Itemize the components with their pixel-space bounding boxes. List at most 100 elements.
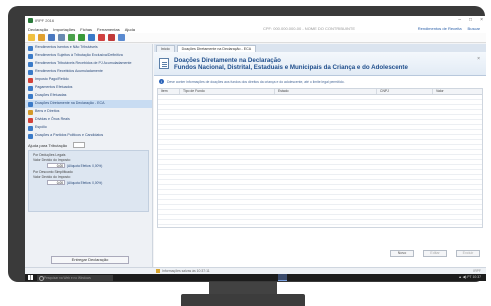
column-header-tipo[interactable]: Tipo de Fundo <box>180 89 275 94</box>
save-status-icon <box>156 269 160 273</box>
help-icon[interactable] <box>118 34 125 41</box>
send-icon[interactable] <box>88 34 95 41</box>
document-icon <box>159 58 169 69</box>
minimize-button[interactable]: – <box>458 17 461 23</box>
sidebar-item-label: Doações a Partidos Políticos e Candidato… <box>35 133 104 137</box>
sidebar-item-label: Pagamentos Efetuados <box>35 85 73 89</box>
status-right: IRPF <box>473 269 481 273</box>
window-titlebar: IRPF 2016 – □ × <box>25 16 486 25</box>
column-header-cnpj[interactable]: CNPJ <box>377 89 433 94</box>
sidebar-item-acumulado[interactable]: Rendimentos Recebidos Acumuladamente <box>25 68 152 76</box>
menu-ferramentas[interactable]: Ferramentas <box>97 27 120 32</box>
page-title-line2: Fundos Nacional, Distrital, Estaduais e … <box>174 63 408 71</box>
sidebar-item-partidos[interactable]: Doações a Partidos Políticos e Candidato… <box>25 132 152 140</box>
pdf-icon[interactable] <box>108 34 115 41</box>
check-icon[interactable] <box>78 34 85 41</box>
window-controls: – □ × <box>458 17 483 23</box>
menu-fichas[interactable]: Fichas <box>80 27 92 32</box>
folder-icon <box>28 62 33 67</box>
donation-icon <box>28 102 33 107</box>
sidebar-item-exclusiva[interactable]: Rendimentos Sujeitos à Tributação Exclus… <box>25 52 152 60</box>
editar-button[interactable]: Editar <box>423 250 447 257</box>
close-tab-icon[interactable]: × <box>477 56 480 62</box>
page-banner: Doações Diretamente na Declaração Fundos… <box>154 52 486 76</box>
sidebar-item-label: Rendimentos Sujeitos à Tributação Exclus… <box>35 53 123 57</box>
folder-icon <box>28 46 33 51</box>
tabstrip: Início Doações Diretamente na Declaração… <box>154 44 486 52</box>
ballot-icon <box>28 134 33 139</box>
menu-declaracao[interactable]: Declaração <box>28 27 48 32</box>
sidebar-item-dividas[interactable]: Dívidas e Ônus Reais <box>25 116 152 124</box>
menubar-right-links: Rendimentos de Receita Buscar <box>418 26 480 31</box>
excluir-button[interactable]: Excluir <box>456 250 480 257</box>
monitor-stand-base <box>181 294 305 306</box>
menu-importacoes[interactable]: Importações <box>53 27 75 32</box>
donation-icon <box>28 94 33 99</box>
stage: IRPF 2016 – □ × Declaração Importações F… <box>0 0 491 306</box>
sidebar-item-imposto-pago[interactable]: Imposto Pago/Retido <box>25 76 152 84</box>
tax-value-field: 0,00 <box>47 163 65 168</box>
sidebar-item-label: Doações Efetuadas <box>35 93 67 97</box>
entregar-declaracao-button[interactable]: Entregar Declaração <box>51 256 129 264</box>
page-title-line1: Doações Diretamente na Declaração <box>174 56 281 64</box>
sidebar-item-bens[interactable]: Bens e Direitos <box>25 108 152 116</box>
windows-start-icon[interactable] <box>28 275 33 280</box>
new-icon[interactable] <box>28 34 35 41</box>
ajuda-title: Ajuda para Tributação <box>28 142 68 148</box>
house-icon <box>28 110 33 115</box>
table-row[interactable] <box>158 220 482 225</box>
taskbar-search[interactable]: Pesquisar na Web e no Windows <box>37 274 113 281</box>
main-panel: Início Doações Diretamente na Declaração… <box>154 44 486 267</box>
tab-inicio[interactable]: Início <box>156 45 175 52</box>
sidebar-item-doacoes-eca[interactable]: Doações Diretamente na Declaração - ECA <box>25 100 152 108</box>
screen: IRPF 2016 – □ × Declaração Importações F… <box>25 16 486 281</box>
menu-ajuda[interactable]: Ajuda <box>125 27 135 32</box>
info-icon: i <box>159 79 164 84</box>
window-title: IRPF 2016 <box>35 18 55 23</box>
ajuda-toggle[interactable] <box>73 142 86 148</box>
tax-icon <box>28 78 33 83</box>
system-tray: ▲ ◀) PT 10:37 <box>458 275 481 279</box>
info-message: i Deve conter informações de doações aos… <box>154 76 486 87</box>
sidebar-item-label: Rendimentos Recebidos Acumuladamente <box>35 69 103 73</box>
column-header-item[interactable]: Item <box>158 89 180 94</box>
link-buscar[interactable]: Buscar <box>468 26 480 31</box>
taxpayer-info: CPF: 000.000.000-00 - NOME DO CONTRIBUIN… <box>263 26 356 31</box>
column-header-valor[interactable]: Valor <box>433 89 482 94</box>
column-header-estado[interactable]: Estado <box>275 89 377 94</box>
close-window-button[interactable]: × <box>480 17 483 23</box>
print-icon[interactable] <box>58 34 65 41</box>
novo-button[interactable]: Novo <box>390 250 414 257</box>
status-text: Informações salvas às 10:37:11 <box>162 269 210 273</box>
sidebar-item-label: Imposto Pago/Retido <box>35 77 69 81</box>
document-icon <box>28 126 33 131</box>
close-icon[interactable] <box>98 34 105 41</box>
save-icon[interactable] <box>48 34 55 41</box>
page-title: Doações Diretamente na Declaração Fundos… <box>174 57 408 71</box>
ajuda-panel: Por Deduções Legais Valor Devido do Impo… <box>28 150 149 212</box>
maximize-button[interactable]: □ <box>469 17 472 23</box>
sidebar-item-label: Bens e Direitos <box>35 109 60 113</box>
taskbar: Pesquisar na Web e no Windows ▲ ◀) PT 10… <box>25 274 486 281</box>
payment-icon <box>28 86 33 91</box>
open-icon[interactable] <box>38 34 45 41</box>
sidebar-item-doacoes[interactable]: Doações Efetuadas <box>25 92 152 100</box>
sidebar-item-pj-acumulado[interactable]: Rendimentos Tributáveis Recebidos de PJ … <box>25 60 152 68</box>
sidebar-item-isentos[interactable]: Rendimentos Isentos e Não Tributáveis <box>25 44 152 52</box>
sidebar-item-espolio[interactable]: Espólio <box>25 124 152 132</box>
ajuda-header: Ajuda para Tributação <box>25 141 152 149</box>
sidebar-item-label: Doações Diretamente na Declaração - ECA <box>35 101 105 105</box>
link-rendimentos[interactable]: Rendimentos de Receita <box>418 26 462 31</box>
aliquota-link[interactable]: (Alíquota Efetiva: 0,00%) <box>67 181 102 185</box>
taskbar-app-irpf[interactable] <box>278 274 287 281</box>
sidebar-item-pagamentos[interactable]: Pagamentos Efetuados <box>25 84 152 92</box>
calc-icon[interactable] <box>68 34 75 41</box>
tab-doacoes-eca[interactable]: Doações Diretamente na Declaração - ECA <box>176 45 257 52</box>
aliquota-link[interactable]: (Alíquota Efetiva: 0,00%) <box>67 164 102 168</box>
sidebar-item-label: Dívidas e Ônus Reais <box>35 117 70 121</box>
app-icon <box>28 18 33 23</box>
action-buttons: Novo Editar Excluir <box>154 250 486 257</box>
menubar: Declaração Importações Fichas Ferramenta… <box>25 25 486 33</box>
donations-table: Item Tipo de Fundo Estado CNPJ Valor <box>157 88 483 228</box>
toolbar <box>25 33 486 43</box>
